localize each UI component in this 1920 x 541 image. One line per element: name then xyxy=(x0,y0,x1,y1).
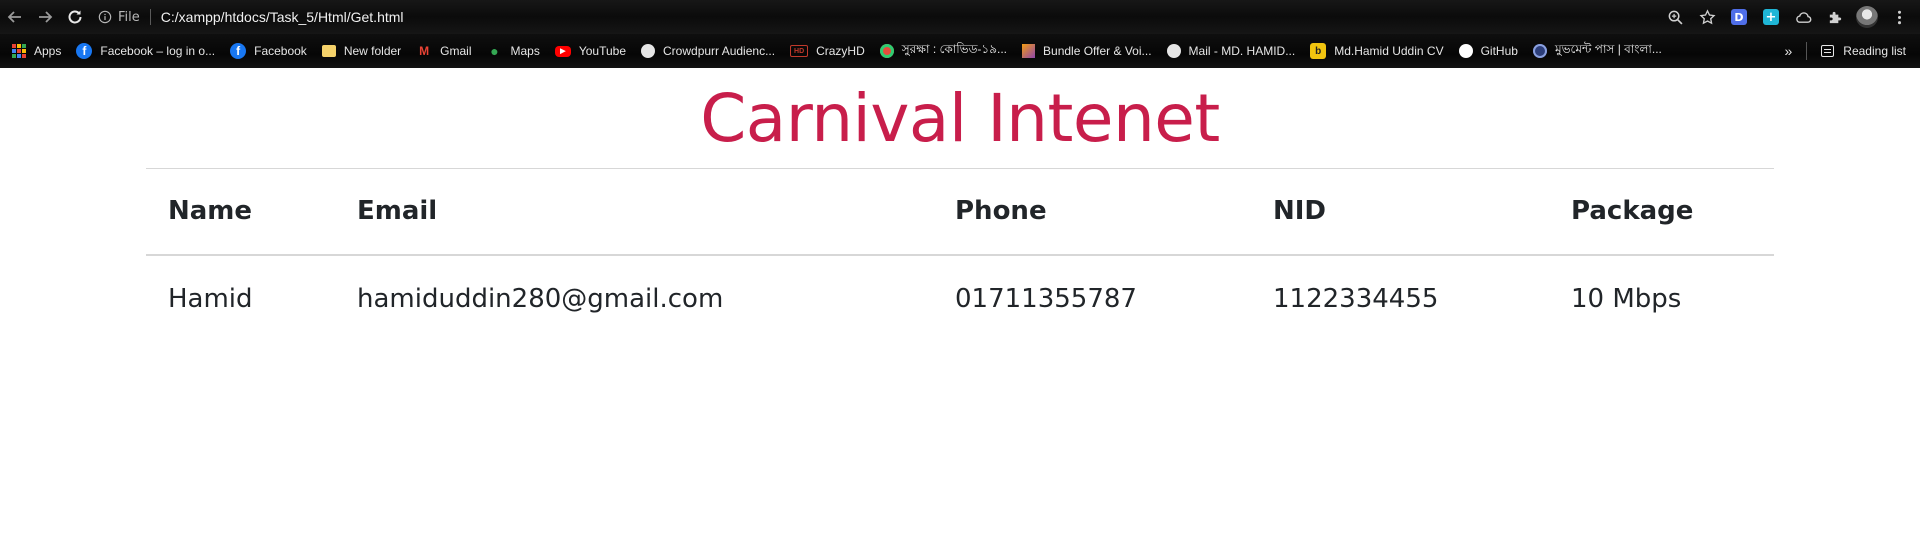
bookmark-crazyhd[interactable]: HD CrazyHD xyxy=(790,44,865,58)
bookmarks-divider xyxy=(1806,42,1808,60)
column-header-nid: NID xyxy=(1273,196,1327,227)
column-header-phone: Phone xyxy=(955,196,1047,227)
globe-icon xyxy=(641,44,656,58)
table-header: Name Email Phone NID Package xyxy=(146,168,1774,255)
bookmark-label: Mail - MD. HAMID... xyxy=(1188,44,1296,58)
bookmark-movement-pass[interactable]: মুভমেন্ট পাস | বাংলা... xyxy=(1532,41,1662,61)
arrow-left-icon xyxy=(7,11,21,23)
cell-package: 10 Mbps xyxy=(1571,283,1682,314)
bookmark-label: মুভমেন্ট পাস | বাংলা... xyxy=(1554,42,1662,56)
extension-cloud-button[interactable] xyxy=(1792,6,1814,28)
site-info-label: File xyxy=(118,9,140,25)
cell-name: Hamid xyxy=(168,283,253,314)
page-title: Carnival Intenet xyxy=(700,80,1220,157)
puzzle-icon xyxy=(1829,11,1841,23)
extensions-button[interactable] xyxy=(1824,6,1846,28)
toolbar-actions: D + xyxy=(1664,6,1910,28)
table-header-row: Name Email Phone NID Package xyxy=(146,168,1774,255)
bookmark-gmail[interactable]: M Gmail xyxy=(416,43,471,59)
hd-icon: HD xyxy=(790,45,809,57)
facebook-icon: f xyxy=(76,43,93,59)
column-header-package: Package xyxy=(1571,196,1694,227)
bookmark-label: Crowdpurr Audienc... xyxy=(663,44,776,58)
folder-icon xyxy=(321,45,336,57)
bookmark-github[interactable]: GitHub xyxy=(1458,44,1518,58)
bookmark-facebook-login[interactable]: f Facebook – log in o... xyxy=(76,43,215,59)
facebook-icon: f xyxy=(230,43,247,59)
bookmark-label: Md.Hamid Uddin CV xyxy=(1334,44,1444,58)
bookmark-bundle-offer[interactable]: Bundle Offer & Voi... xyxy=(1022,44,1152,58)
bookmark-mail[interactable]: Mail - MD. HAMID... xyxy=(1166,44,1296,58)
bookmark-label: Gmail xyxy=(440,44,472,58)
bundle-icon xyxy=(1022,44,1036,58)
browser-toolbar: File C:/xampp/htdocs/Task_5/Html/Get.htm… xyxy=(0,0,1920,34)
surokkha-icon xyxy=(879,44,894,58)
column-header-email: Email xyxy=(357,196,438,227)
gmail-icon: M xyxy=(419,44,430,58)
reload-button[interactable] xyxy=(60,2,90,32)
bookmark-label: YouTube xyxy=(578,44,627,58)
bookmark-label: Maps xyxy=(510,44,540,58)
youtube-icon: ▶ xyxy=(554,45,571,57)
bookmark-crowdpurr[interactable]: Crowdpurr Audienc... xyxy=(641,44,775,58)
reading-list-label: Reading list xyxy=(1843,44,1906,58)
cell-nid: 1122334455 xyxy=(1273,283,1439,314)
customer-table: Name Email Phone NID Package Hamid hamid… xyxy=(146,168,1774,342)
back-button[interactable] xyxy=(0,2,30,32)
omnibox-divider xyxy=(149,9,151,25)
more-bookmarks-button[interactable]: » xyxy=(1785,43,1793,59)
forward-button[interactable] xyxy=(30,2,60,32)
github-icon xyxy=(1458,44,1473,58)
extension-plus-button[interactable]: + xyxy=(1760,6,1782,28)
info-icon xyxy=(98,10,112,24)
bookmark-label: Bundle Offer & Voi... xyxy=(1043,44,1152,58)
table-row: Hamid hamiduddin280@gmail.com 0171135578… xyxy=(146,255,1774,342)
apps-grid-icon xyxy=(12,44,26,58)
bookmark-label: Apps xyxy=(34,44,62,58)
bookmark-maps[interactable]: ● Maps xyxy=(487,43,540,59)
page-content: Carnival Intenet Name Email Phone NID Pa… xyxy=(0,68,1920,541)
bookmark-surokkha[interactable]: সুরক্ষা : কোভিড-১৯... xyxy=(879,41,1008,61)
bookmark-youtube[interactable]: ▶ YouTube xyxy=(554,44,627,58)
globe-icon xyxy=(1166,44,1181,58)
column-header-name: Name xyxy=(168,196,253,227)
bookmark-cv[interactable]: b Md.Hamid Uddin CV xyxy=(1310,43,1444,59)
maps-icon: ● xyxy=(490,43,499,59)
bookmark-star-button[interactable] xyxy=(1696,6,1718,28)
reload-icon xyxy=(68,10,82,24)
bookmark-label: Facebook xyxy=(254,44,307,58)
extension-d-icon: D xyxy=(1731,9,1747,25)
bd-police-icon xyxy=(1532,44,1547,58)
bookmark-label: GitHub xyxy=(1480,44,1518,58)
bookmark-apps[interactable]: Apps xyxy=(12,44,61,58)
arrow-right-icon xyxy=(39,11,53,23)
menu-button[interactable] xyxy=(1888,6,1910,28)
zoom-icon xyxy=(1668,10,1683,25)
bookmark-new-folder[interactable]: New folder xyxy=(321,44,402,58)
extension-d-button[interactable]: D xyxy=(1728,6,1750,28)
bookmark-label: Facebook – log in o... xyxy=(100,44,216,58)
reading-list-button[interactable]: Reading list xyxy=(1821,44,1906,58)
bookmark-label: CrazyHD xyxy=(816,44,865,58)
bookmarks-bar: Apps f Facebook – log in o... f Facebook… xyxy=(0,34,1920,68)
url-text[interactable]: C:/xampp/htdocs/Task_5/Html/Get.html xyxy=(161,9,404,25)
extension-plus-icon: + xyxy=(1763,9,1779,25)
kebab-menu-icon xyxy=(1897,10,1901,24)
reading-list-icon xyxy=(1821,45,1835,57)
zoom-button[interactable] xyxy=(1664,6,1686,28)
cv-icon: b xyxy=(1310,43,1327,59)
bookmark-facebook[interactable]: f Facebook xyxy=(230,43,307,59)
address-bar[interactable]: File C:/xampp/htdocs/Task_5/Html/Get.htm… xyxy=(98,4,1664,30)
cloud-icon xyxy=(1795,11,1811,23)
bookmark-label: New folder xyxy=(343,44,402,58)
profile-button[interactable] xyxy=(1856,6,1878,28)
cell-email: hamiduddin280@gmail.com xyxy=(357,283,724,314)
bookmark-label: সুরক্ষা : কোভিড-১৯... xyxy=(901,42,1008,56)
table-body: Hamid hamiduddin280@gmail.com 0171135578… xyxy=(146,255,1774,342)
cell-phone: 01711355787 xyxy=(955,283,1137,314)
profile-avatar xyxy=(1856,6,1878,28)
site-info-button[interactable]: File xyxy=(98,10,140,25)
star-icon xyxy=(1699,8,1715,24)
